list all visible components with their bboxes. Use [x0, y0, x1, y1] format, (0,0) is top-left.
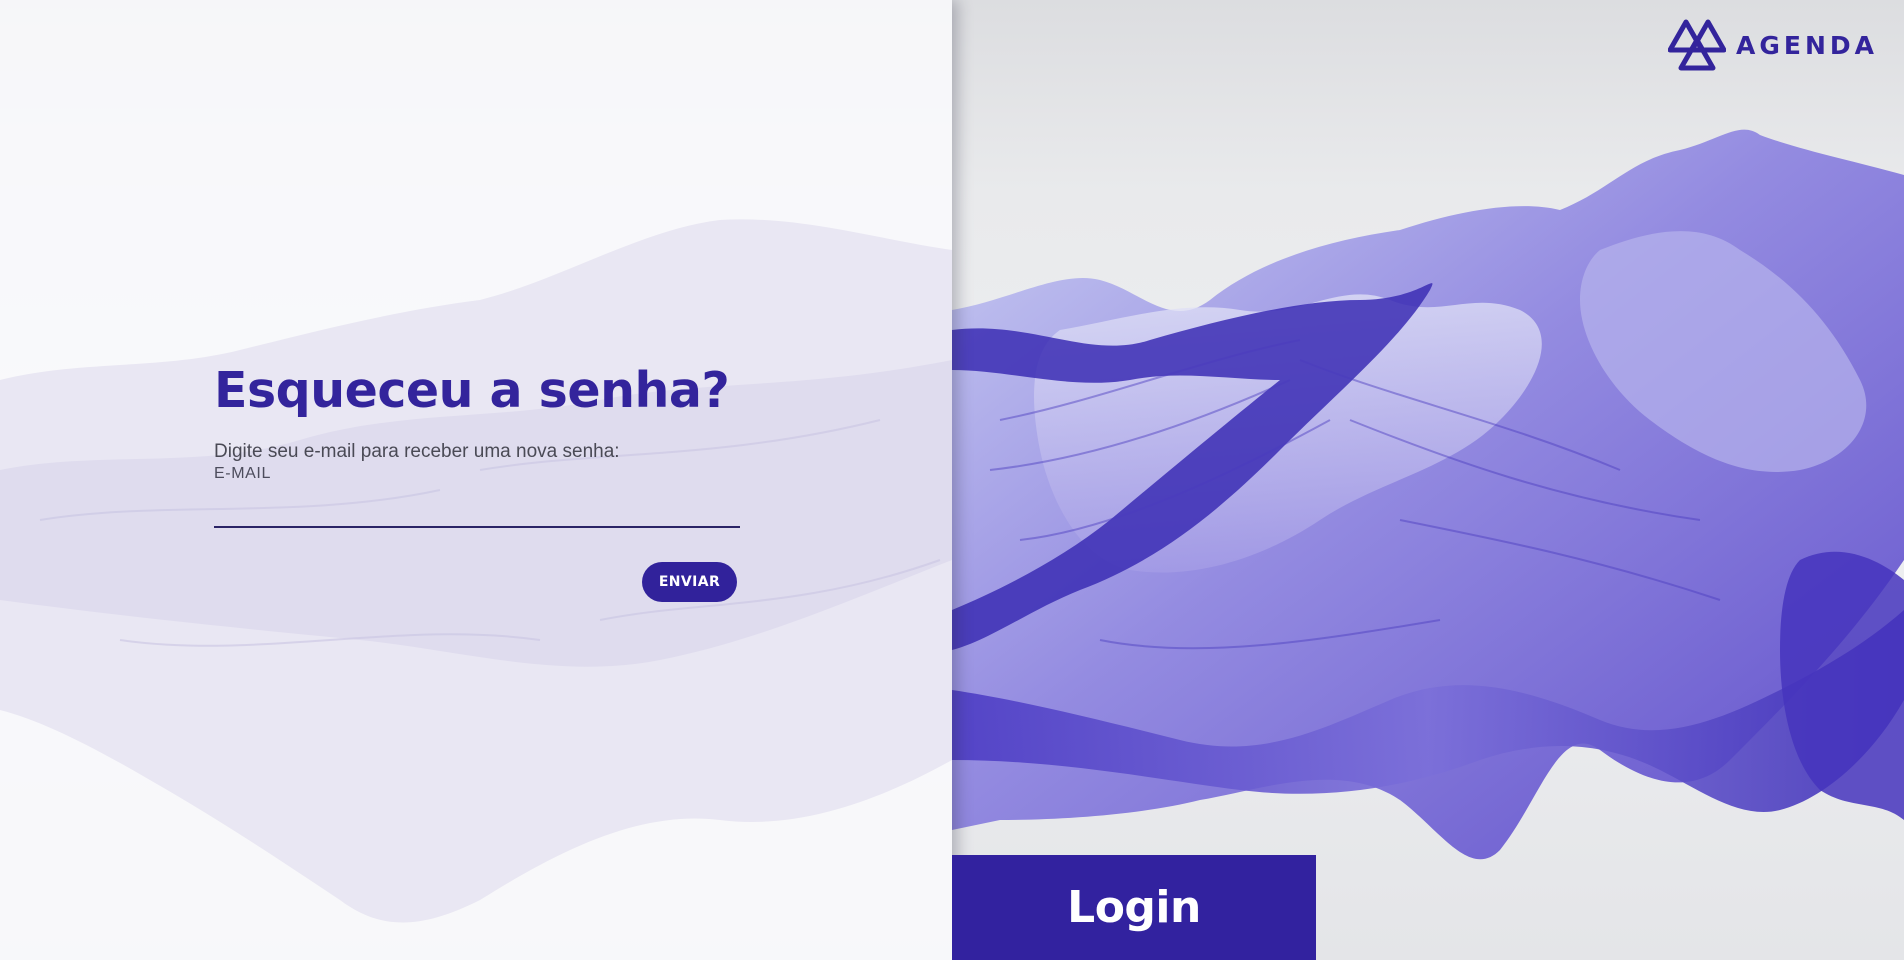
login-tab-button[interactable]: Login	[952, 855, 1316, 960]
forgot-password-panel: Esqueceu a senha? Digite seu e-mail para…	[0, 0, 952, 960]
email-field[interactable]	[214, 496, 740, 528]
email-label: E-MAIL	[214, 465, 271, 482]
page-title: Esqueceu a senha?	[214, 362, 730, 419]
brand-name: AGENDA	[1736, 30, 1878, 60]
forgot-password-form: Esqueceu a senha? Digite seu e-mail para…	[214, 360, 740, 602]
send-row: ENVIAR	[214, 562, 740, 602]
instructions-text: Digite seu e-mail para receber uma nova …	[214, 441, 620, 462]
brand-logo[interactable]: AGENDA	[1668, 18, 1878, 72]
triangle-logo-icon	[1668, 19, 1726, 71]
send-button[interactable]: ENVIAR	[642, 562, 737, 602]
